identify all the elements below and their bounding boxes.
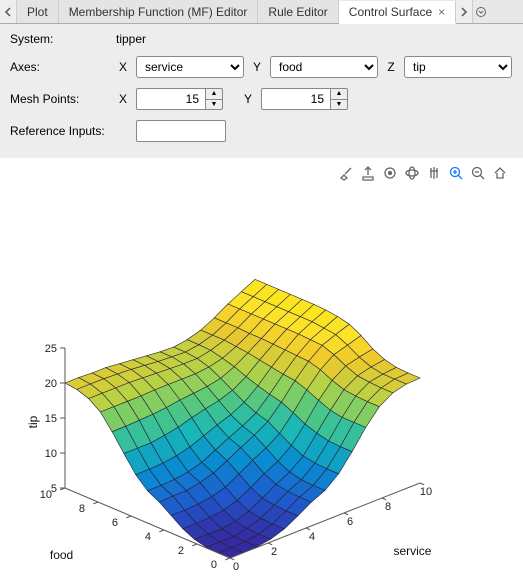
- tab-strip: Plot Membership Function (MF) Editor Rul…: [0, 0, 523, 24]
- svg-text:5: 5: [51, 483, 57, 495]
- reference-label: Reference Inputs:: [10, 124, 130, 138]
- svg-text:0: 0: [211, 559, 217, 571]
- mesh-y-letter: Y: [241, 92, 255, 106]
- svg-text:4: 4: [309, 531, 315, 543]
- mesh-row: Mesh Points: X ▲ ▼ Y ▲ ▼: [10, 88, 513, 110]
- datatip-icon[interactable]: [381, 164, 399, 182]
- svg-text:2: 2: [178, 545, 184, 557]
- mesh-x-spinner[interactable]: ▲ ▼: [136, 88, 223, 110]
- mesh-x-input[interactable]: [136, 88, 206, 110]
- rotate3d-icon[interactable]: [403, 164, 421, 182]
- mesh-x-letter: X: [116, 92, 130, 106]
- spinner-up-icon[interactable]: ▲: [331, 89, 347, 100]
- tab-plot[interactable]: Plot: [17, 0, 59, 23]
- svg-text:8: 8: [385, 501, 391, 513]
- svg-text:2: 2: [271, 546, 277, 558]
- svg-text:10: 10: [420, 486, 432, 498]
- axes-label: Axes:: [10, 60, 110, 74]
- spinner-down-icon[interactable]: ▼: [331, 100, 347, 110]
- tabs-scroll-right[interactable]: [456, 0, 473, 23]
- spinner-up-icon[interactable]: ▲: [206, 89, 222, 100]
- svg-text:10: 10: [45, 448, 57, 460]
- svg-text:25: 25: [45, 343, 57, 355]
- brush-icon[interactable]: [337, 164, 355, 182]
- zoom-in-icon[interactable]: [447, 164, 465, 182]
- pan-icon[interactable]: [425, 164, 443, 182]
- system-row: System: tipper: [10, 32, 513, 46]
- svg-text:8: 8: [79, 503, 85, 515]
- system-label: System:: [10, 32, 110, 46]
- tab-label: Control Surface: [349, 5, 432, 19]
- axis-x-select[interactable]: service: [136, 56, 244, 78]
- zoom-out-icon[interactable]: [469, 164, 487, 182]
- svg-text:6: 6: [112, 517, 118, 529]
- svg-text:service: service: [393, 544, 431, 558]
- tab-label: Rule Editor: [268, 5, 327, 19]
- svg-text:4: 4: [145, 531, 151, 543]
- tab-label: Plot: [27, 5, 48, 19]
- surface-plot: 0246810service0246810food510152025tip: [0, 158, 523, 577]
- axis-z-letter: Z: [384, 60, 398, 74]
- mesh-label: Mesh Points:: [10, 92, 110, 106]
- tab-mf-editor[interactable]: Membership Function (MF) Editor: [59, 0, 259, 23]
- svg-text:15: 15: [45, 413, 57, 425]
- svg-text:20: 20: [45, 378, 57, 390]
- axes-toolbar: [337, 164, 509, 182]
- svg-text:6: 6: [347, 516, 353, 528]
- tab-rule-editor[interactable]: Rule Editor: [258, 0, 338, 23]
- reference-row: Reference Inputs:: [10, 120, 513, 142]
- mesh-y-input[interactable]: [261, 88, 331, 110]
- tab-control-surface[interactable]: Control Surface ×: [339, 1, 456, 24]
- axes-row: Axes: X service Y food Z tip: [10, 56, 513, 78]
- tab-label: Membership Function (MF) Editor: [69, 5, 248, 19]
- axis-y-letter: Y: [250, 60, 264, 74]
- system-name: tipper: [116, 32, 146, 46]
- home-icon[interactable]: [491, 164, 509, 182]
- svg-text:food: food: [50, 548, 73, 562]
- axis-y-select[interactable]: food: [270, 56, 378, 78]
- spinner-down-icon[interactable]: ▼: [206, 100, 222, 110]
- tabs-overflow-button[interactable]: [473, 0, 489, 23]
- surface-axes[interactable]: 0246810service0246810food510152025tip: [0, 158, 523, 577]
- svg-text:tip: tip: [26, 415, 40, 428]
- axis-x-letter: X: [116, 60, 130, 74]
- close-icon[interactable]: ×: [438, 6, 445, 18]
- mesh-y-spinner[interactable]: ▲ ▼: [261, 88, 348, 110]
- reference-input[interactable]: [136, 120, 226, 142]
- export-icon[interactable]: [359, 164, 377, 182]
- tabs-scroll-left[interactable]: [0, 0, 17, 23]
- svg-text:0: 0: [233, 561, 239, 573]
- axis-z-select[interactable]: tip: [404, 56, 512, 78]
- surface-options-panel: System: tipper Axes: X service Y food Z …: [0, 24, 523, 158]
